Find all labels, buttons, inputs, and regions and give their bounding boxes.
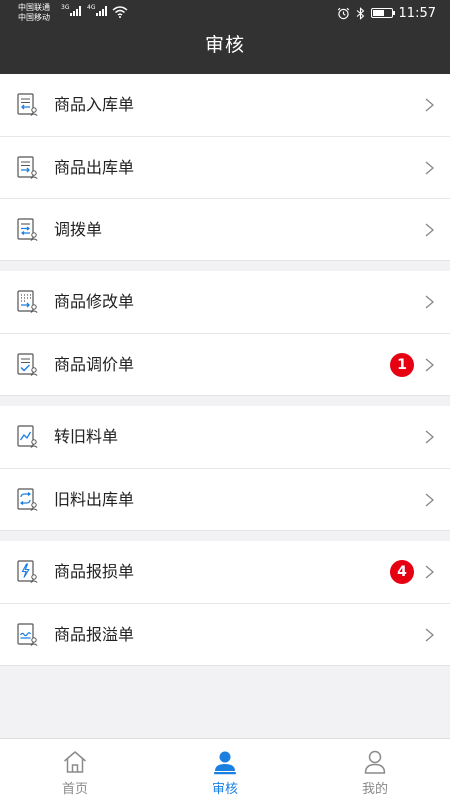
page-title: 审核: [204, 34, 245, 56]
tab-label: 首页: [61, 782, 88, 797]
chevron-right-icon: [425, 493, 434, 507]
alarm-icon: [337, 7, 349, 19]
menu-group-old-material: 转旧料单 旧料出库单: [0, 406, 450, 531]
loss-report-doc-icon: [17, 560, 38, 583]
chevron-right-icon: [425, 295, 434, 309]
group-separator: [0, 396, 450, 406]
old-material-doc-icon: [17, 425, 38, 448]
surplus-report-doc-icon: [17, 623, 38, 646]
menu-item-label: 商品修改单: [54, 292, 135, 311]
price-adjust-doc-icon: [17, 353, 38, 376]
menu-item-label: 商品报溢单: [54, 625, 135, 644]
chevron-right-icon: [425, 430, 434, 444]
signal-icon-2: 4G: [87, 4, 107, 16]
chevron-right-icon: [425, 628, 434, 642]
menu-item-transfer[interactable]: 调拨单: [0, 198, 450, 260]
battery-icon: [370, 8, 395, 18]
audit-person-icon: [214, 751, 236, 775]
top-bar: 中国联通 中国移动 3G 4G 11:57 审核: [0, 0, 450, 74]
notification-badge: 4: [390, 560, 414, 584]
stock-out-doc-icon: [17, 156, 38, 179]
chevron-right-icon: [425, 565, 434, 579]
chevron-right-icon: [425, 358, 434, 372]
menu-item-loss-report[interactable]: 商品报损单 4: [0, 541, 450, 603]
tab-home[interactable]: 首页: [0, 739, 150, 800]
menu-item-label: 调拨单: [54, 220, 103, 239]
chevron-right-icon: [425, 98, 434, 112]
status-time: 11:57: [398, 5, 436, 21]
bluetooth-icon: [356, 6, 364, 20]
menu-item-label: 旧料出库单: [54, 490, 135, 509]
menu-item-label: 商品调价单: [54, 355, 135, 374]
signal-icon-1: 3G: [61, 4, 81, 16]
menu-group-product: 商品修改单 商品调价单 1: [0, 271, 450, 396]
chevron-right-icon: [425, 161, 434, 175]
menu-group-stock: 商品入库单 商品出库单 调拨单: [0, 74, 450, 261]
carrier-2: 中国移动: [18, 13, 50, 22]
notification-badge: 1: [390, 353, 414, 377]
menu-group-report: 商品报损单 4 商品报溢单: [0, 541, 450, 666]
menu-item-stock-out[interactable]: 商品出库单: [0, 136, 450, 198]
network-type-2: 4G: [87, 4, 96, 11]
home-icon: [64, 751, 86, 773]
old-material-out-doc-icon: [17, 488, 38, 511]
stock-in-doc-icon: [17, 93, 38, 116]
audit-menu: 商品入库单 商品出库单 调拨单 商品修改单 商品调价单 1 转旧料单 旧料出库单…: [0, 74, 450, 666]
network-type-1: 3G: [61, 4, 70, 11]
tab-label: 我的: [361, 782, 388, 797]
menu-item-label: 商品出库单: [54, 158, 135, 177]
tab-label: 审核: [211, 782, 238, 797]
profile-icon: [364, 750, 386, 774]
status-right: 11:57: [337, 4, 436, 22]
menu-item-label: 转旧料单: [54, 427, 119, 446]
transfer-doc-icon: [17, 218, 38, 241]
chevron-right-icon: [425, 223, 434, 237]
carrier-1: 中国联通: [18, 3, 50, 12]
status-bar: 中国联通 中国移动 3G 4G 11:57: [0, 0, 450, 28]
group-separator: [0, 531, 450, 541]
edit-doc-icon: [17, 290, 38, 313]
tab-audit[interactable]: 审核: [150, 739, 300, 800]
group-separator: [0, 261, 450, 271]
menu-item-old-material-out[interactable]: 旧料出库单: [0, 468, 450, 530]
tab-profile[interactable]: 我的: [300, 739, 450, 800]
bottom-tab-bar: 首页 审核 我的: [0, 738, 450, 800]
menu-item-label: 商品入库单: [54, 95, 135, 114]
carrier-info: 中国联通 中国移动: [18, 3, 50, 23]
menu-item-product-edit[interactable]: 商品修改单: [0, 271, 450, 333]
menu-item-stock-in[interactable]: 商品入库单: [0, 74, 450, 136]
menu-item-label: 商品报损单: [54, 562, 135, 581]
wifi-icon: [112, 6, 128, 18]
menu-item-old-material[interactable]: 转旧料单: [0, 406, 450, 468]
menu-item-price-adjust[interactable]: 商品调价单 1: [0, 333, 450, 395]
menu-item-surplus-report[interactable]: 商品报溢单: [0, 603, 450, 665]
